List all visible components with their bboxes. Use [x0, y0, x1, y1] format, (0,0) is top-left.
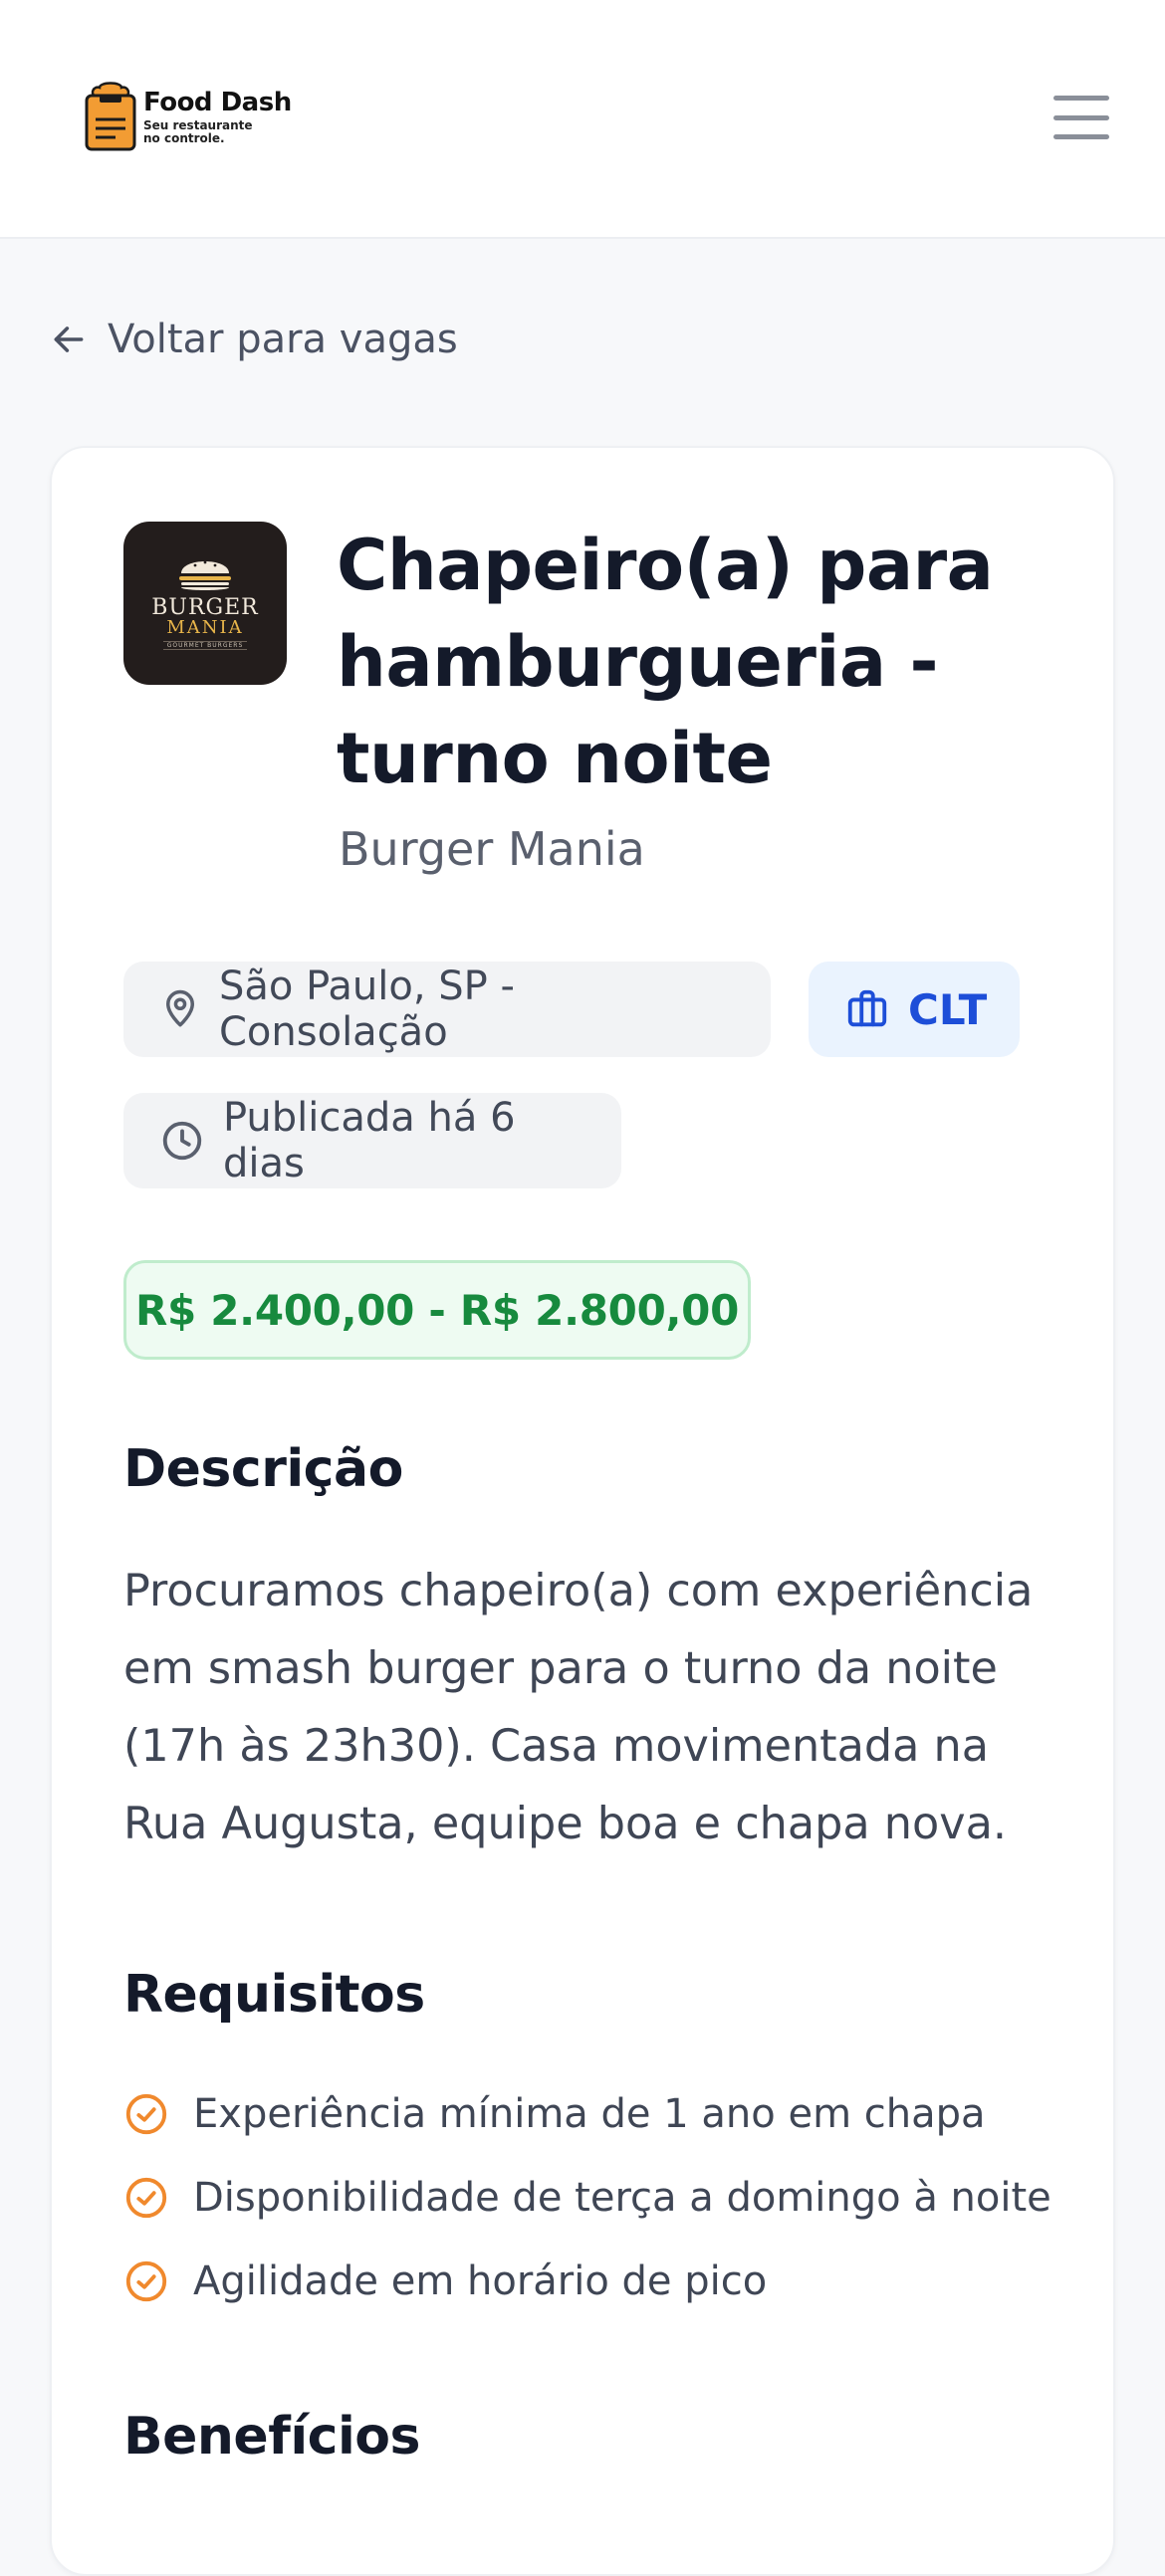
company-logo-line1: BURGER — [151, 594, 259, 620]
brand-text: Food Dash Seu restaurante no controle. — [143, 88, 292, 145]
salary-range: R$ 2.400,00 - R$ 2.800,00 — [123, 1260, 751, 1360]
benefits-heading: Benefícios — [123, 2407, 420, 2467]
app-header: Food Dash Seu restaurante no controle. — [0, 0, 1165, 239]
location-chip: São Paulo, SP - Consolação — [123, 962, 771, 1057]
map-pin-icon — [166, 989, 194, 1027]
hamburger-menu-icon[interactable] — [1046, 90, 1117, 145]
back-to-jobs-link[interactable]: Voltar para vagas — [50, 317, 458, 362]
menu-line — [1053, 134, 1109, 139]
company-name: Burger Mania — [339, 822, 645, 876]
check-circle-icon — [125, 2093, 167, 2135]
company-logo: BURGER MANIA GOURMET BURGERS — [123, 522, 287, 685]
location-text: São Paulo, SP - Consolação — [219, 964, 515, 1055]
brand-logo[interactable]: Food Dash Seu restaurante no controle. — [84, 82, 292, 151]
job-title: Chapeiro(a) para hamburgueria - turno no… — [337, 525, 994, 799]
briefcase-icon — [847, 989, 887, 1027]
contract-type-text: CLT — [908, 984, 988, 1034]
requirement-text: Experiência mínima de 1 ano em chapa — [193, 2091, 986, 2137]
back-link-label: Voltar para vagas — [108, 317, 458, 362]
check-circle-icon — [125, 2177, 167, 2219]
requirements-heading: Requisitos — [123, 1965, 425, 2025]
posted-date-text: Publicada há 6 dias — [223, 1095, 516, 1186]
clock-icon — [162, 1121, 202, 1161]
posted-date-chip: Publicada há 6 dias — [123, 1093, 621, 1188]
list-item: Experiência mínima de 1 ano em chapa — [123, 2072, 1051, 2156]
description-heading: Descrição — [123, 1439, 403, 1499]
requirement-text: Disponibilidade de terça a domingo à noi… — [193, 2175, 1051, 2221]
brand-tagline: Seu restaurante no controle. — [143, 118, 253, 145]
company-logo-line3: GOURMET BURGERS — [162, 640, 248, 650]
company-logo-line2: MANIA — [166, 616, 244, 638]
requirement-text: Agilidade em horário de pico — [193, 2258, 768, 2304]
list-item: Agilidade em horário de pico — [123, 2240, 1051, 2323]
arrow-left-icon — [54, 326, 84, 352]
brand-name: Food Dash — [143, 88, 292, 117]
contract-type-badge: CLT — [809, 962, 1020, 1057]
check-circle-icon — [125, 2260, 167, 2302]
description-text: Procuramos chapeiro(a) com experiência e… — [123, 1566, 1034, 1849]
list-item: Disponibilidade de terça a domingo à noi… — [123, 2156, 1051, 2240]
menu-line — [1053, 114, 1109, 120]
burger-icon — [179, 560, 231, 590]
requirements-list: Experiência mínima de 1 ano em chapa Dis… — [123, 2072, 1051, 2323]
menu-line — [1053, 96, 1109, 101]
chef-hat-clipboard-icon — [85, 82, 136, 151]
